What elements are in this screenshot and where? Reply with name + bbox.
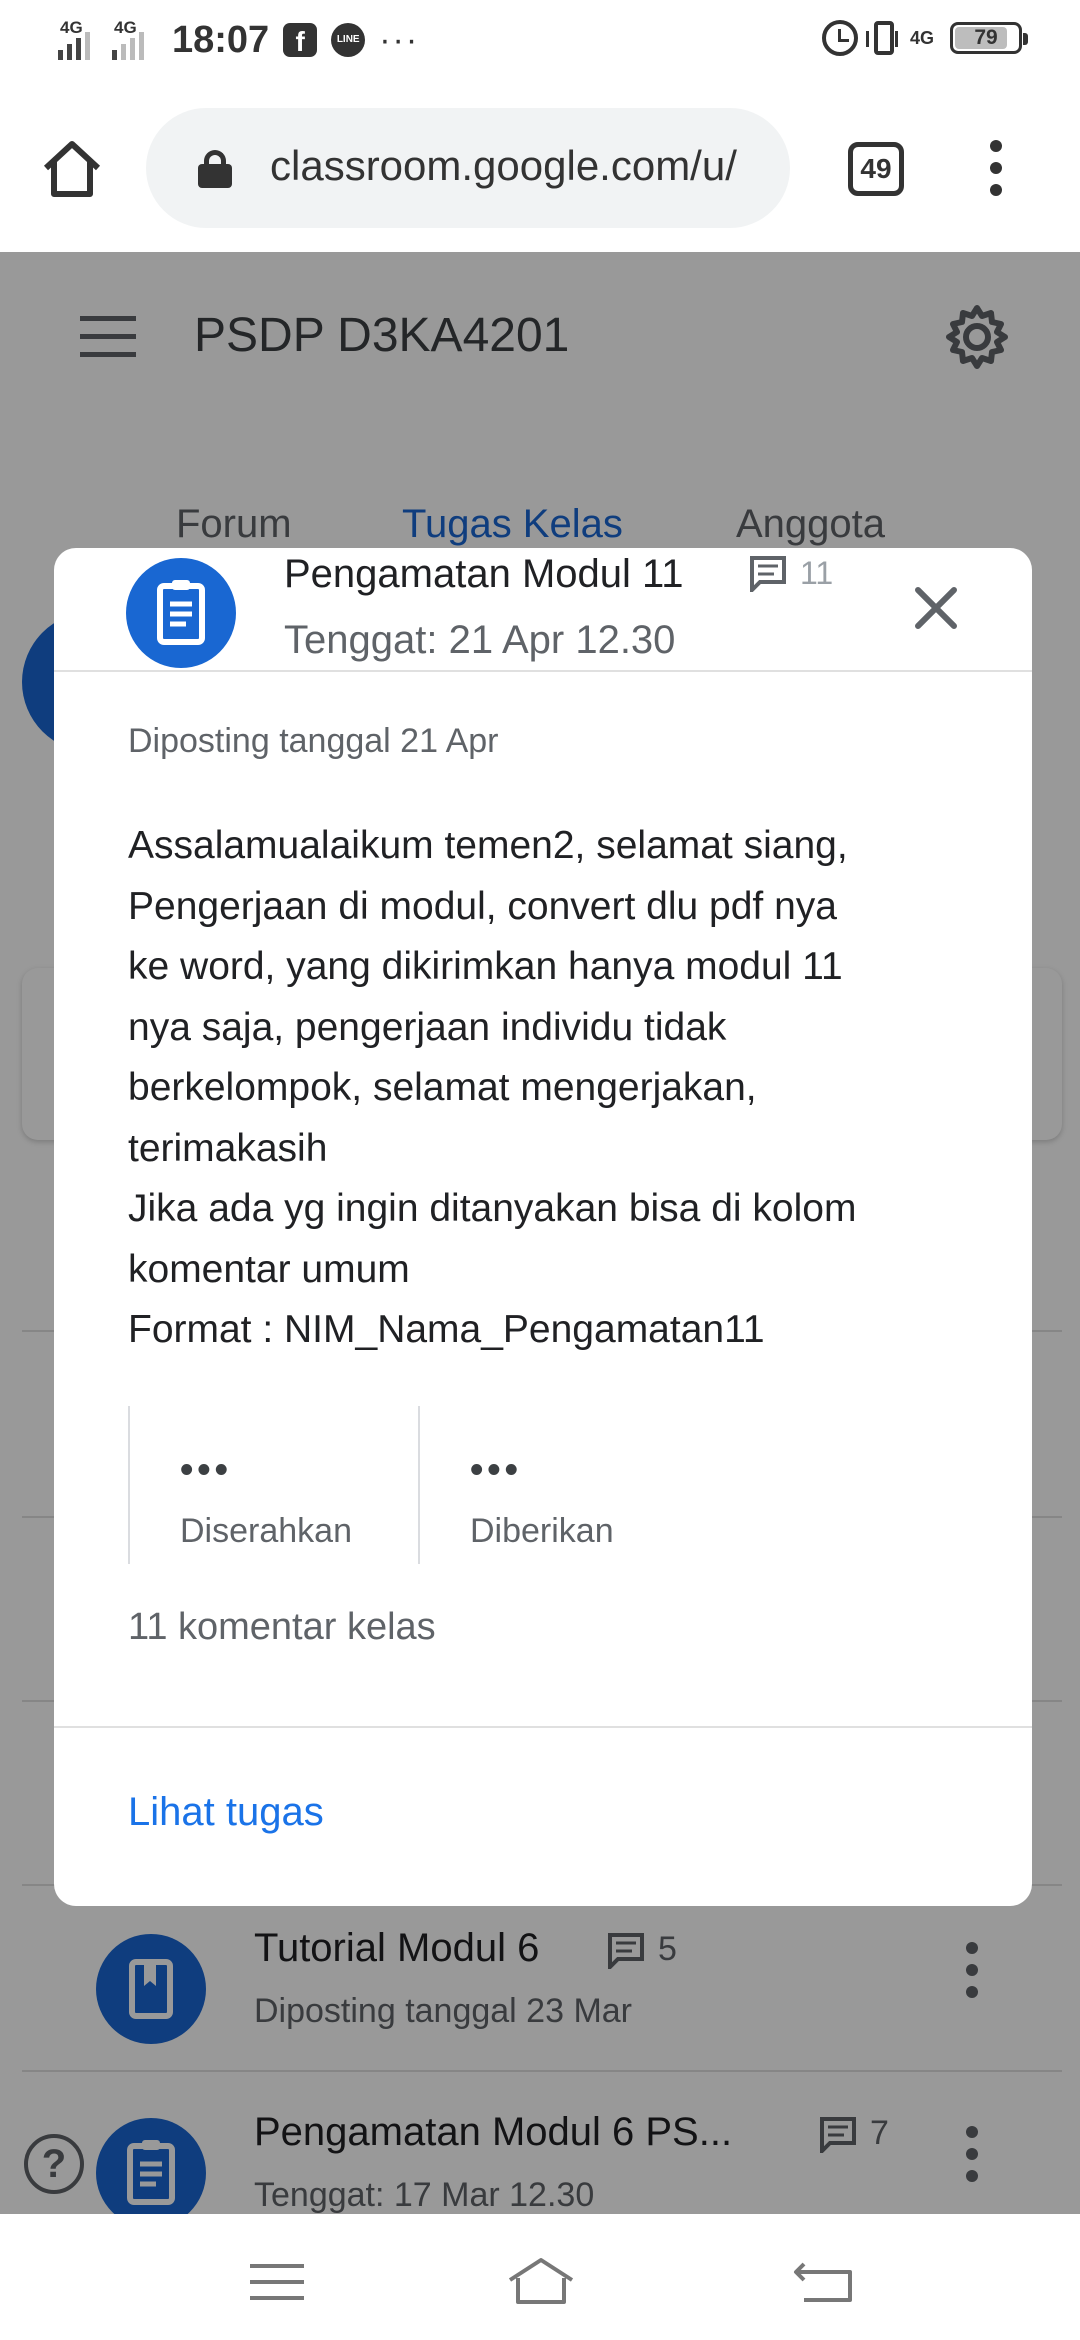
turned-in-label: Diserahkan [180, 1512, 352, 1550]
comment-count: 11 [748, 554, 833, 592]
home-nav-icon[interactable] [506, 2256, 576, 2308]
battery-icon: 79 [950, 22, 1028, 54]
assignment-dialog: Pengamatan Modul 11 11 Tenggat: 21 Apr 1… [54, 548, 1032, 1906]
assignment-icon [126, 558, 236, 668]
back-nav-icon[interactable] [790, 2256, 860, 2308]
lock-icon[interactable] [198, 150, 232, 188]
browser-toolbar: classroom.google.com/u/ 49 [0, 84, 1080, 252]
posted-date: Diposting tanggal 21 Apr [128, 722, 499, 760]
vibrate-icon [865, 21, 898, 55]
signal-strength-icon: 4G [58, 18, 98, 62]
tab-switcher-button[interactable]: 49 [848, 142, 904, 196]
network-type-icon: 4G [909, 27, 934, 48]
status-bar: 4G 4G 18:07 f LINE ··· 4G 79 [0, 0, 1080, 84]
system-nav-bar [0, 2214, 1080, 2340]
clock: 18:07 [172, 18, 270, 61]
divider [54, 670, 1032, 672]
home-icon[interactable] [40, 136, 104, 200]
battery-level: 79 [974, 26, 998, 49]
comment-icon [750, 556, 786, 592]
facebook-icon: f [283, 23, 318, 57]
dialog-title: Pengamatan Modul 11 [284, 552, 684, 596]
line-app-icon: LINE [331, 23, 366, 57]
assigned-label: Diberikan [470, 1512, 614, 1550]
address-bar[interactable]: classroom.google.com/u/ [146, 108, 790, 228]
recent-apps-icon[interactable] [244, 2256, 314, 2308]
due-date: Tenggat: 21 Apr 12.30 [284, 618, 676, 662]
turned-in-stat[interactable]: ••• Diserahkan [128, 1406, 418, 1564]
signal-strength-icon: 4G [112, 18, 152, 62]
more-notifications-icon: ··· [379, 20, 420, 59]
view-assignment-button[interactable]: Lihat tugas [128, 1790, 324, 1835]
url-text[interactable]: classroom.google.com/u/ [270, 142, 770, 190]
browser-menu-button[interactable] [982, 140, 1010, 200]
assigned-count: ••• [470, 1449, 522, 1491]
assignment-description: Assalamualaikum temen2, selamat siang, P… [128, 824, 857, 1351]
assigned-stat[interactable]: ••• Diberikan [418, 1406, 708, 1564]
close-icon[interactable] [912, 584, 960, 632]
divider [54, 1726, 1032, 1728]
alarm-icon [821, 20, 858, 56]
turned-in-count: ••• [180, 1449, 232, 1491]
class-comments-link[interactable]: 11 komentar kelas [128, 1606, 436, 1649]
